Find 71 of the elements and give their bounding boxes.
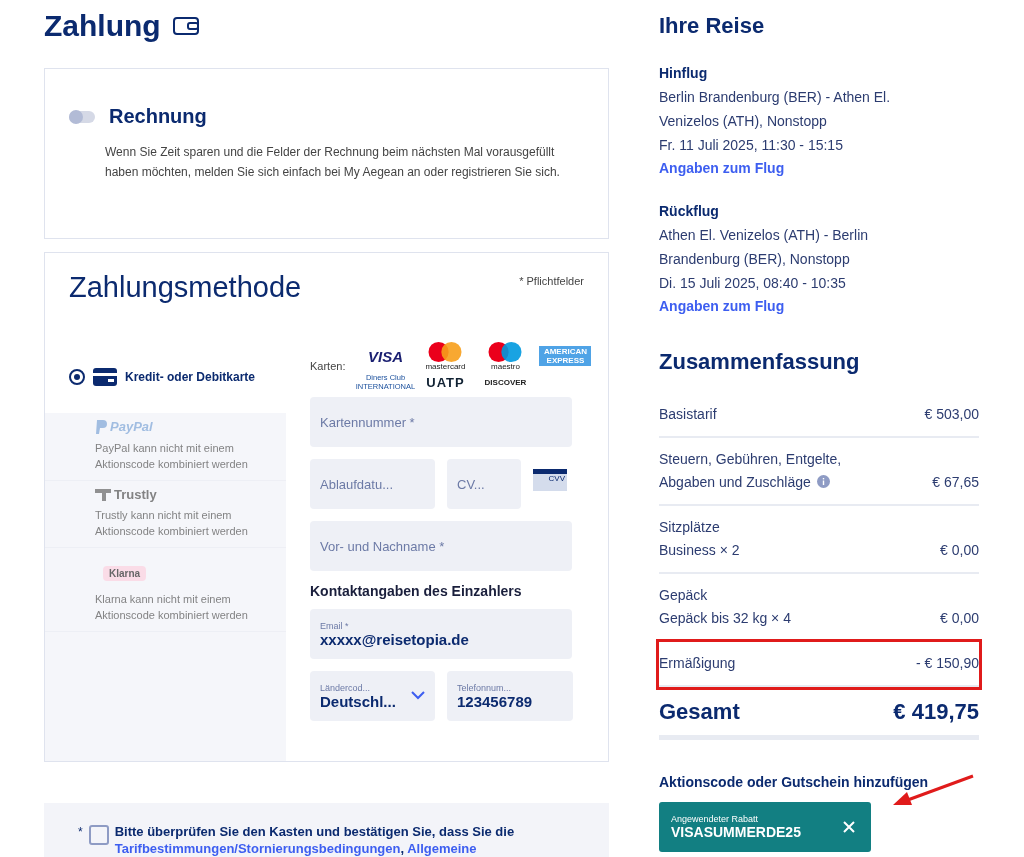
payment-option[interactable]: Trustly Trustly kann nicht mit einem Aktionscode kombiniert werden <box>45 480 286 548</box>
flight-details-link[interactable]: Angaben zum Flug <box>659 160 785 176</box>
summary-amount: € 0,00 <box>940 541 979 560</box>
total-label: Gesamt <box>659 699 740 725</box>
section-title: Zahlungsmethode <box>69 271 302 305</box>
summary-label: Sitzplätze <box>659 518 721 537</box>
terms-link[interactable]: Allgemeine <box>407 841 477 856</box>
payment-option[interactable]: PayPal PayPal kann nicht mit einem Aktionscode kombiniert werden <box>45 413 286 481</box>
paypal-logo: PayPal <box>95 419 153 434</box>
close-icon[interactable] <box>843 821 855 833</box>
mastercard-logo: mastercard <box>425 341 466 371</box>
required-mark: * <box>78 825 83 839</box>
flight-route: Berlin Brandenburg (BER) - Athen El. Venizelos (ATH), Nonstopp <box>659 88 892 131</box>
discover-logo: DISCOVER <box>484 377 527 387</box>
maestro-logo: maestro <box>486 341 525 371</box>
trustly-logo: Trustly <box>95 487 157 502</box>
flight-route: Athen El. Venizelos (ATH) - Berlin Brandenburg (BER), Nonstopp <box>659 226 870 269</box>
name-field[interactable]: Vor- und Nachname * <box>310 521 572 571</box>
terms-link[interactable]: Tarifbestimmungen/Stornierungsbedingungen <box>114 841 401 856</box>
invoice-text: Wenn Sie Zeit sparen und die Felder der Rechnung beim nächsten Mal vorausgefüllt haben möchten, melden Sie sich einfach bei My Aegean an oder registrieren Sie sich. <box>105 144 561 181</box>
payment-option[interactable]: Klarna Klarna kann nicht mit einem Aktionscode kombiniert werden <box>45 547 286 632</box>
summary-detail: Gepäck bis 32 kg × 4 <box>659 609 792 628</box>
promo-code: VISASUMMERDE25 <box>671 824 801 840</box>
email-field[interactable]: Email * xxxxx@reisetopia.de <box>310 609 572 659</box>
promo-title: Aktionscode oder Gutschein hinzufügen <box>659 774 930 790</box>
uatp-logo: UATP <box>426 374 465 390</box>
card-number-field[interactable]: Kartennummer * <box>310 397 572 447</box>
cards-label: Karten: <box>310 360 346 372</box>
flight-date: Di. 15 Juli 2025, 08:40 - 10:35 <box>659 274 847 293</box>
total-amount: € 419,75 <box>893 699 979 725</box>
summary-amount: - € 150,90 <box>915 654 979 673</box>
required-note: * Pflichtfelder <box>519 275 584 289</box>
phone-field[interactable]: Telefonnum... 123456789 <box>447 671 573 721</box>
info-icon[interactable] <box>816 475 830 488</box>
option-note: Klarna kann nicht mit einem Aktionscode kombiniert werden <box>95 591 249 623</box>
radio-button[interactable] <box>69 369 85 385</box>
flight-date: Fr. 11 Juli 2025, 11:30 - 15:15 <box>659 136 844 155</box>
summary-label: Gepäck <box>659 586 709 605</box>
summary-amount: € 0,00 <box>940 609 979 628</box>
payment-option[interactable]: Kredit- oder Debitkarte <box>45 341 286 413</box>
summary-detail: Business × 2 <box>659 541 741 560</box>
summary-title: Zusammenfassung <box>659 349 861 375</box>
option-note: PayPal kann nicht mit einem Aktionscode kombiniert werden <box>95 440 249 472</box>
invoice-toggle[interactable] <box>69 110 95 123</box>
summary-label: Steuern, Gebühren, Entgelte, Abgaben und Zuschläge <box>659 450 843 492</box>
invoice-title: Rechnung <box>109 105 207 128</box>
option-note: Trustly kann nicht mit einem Aktionscode kombiniert werden <box>95 507 249 539</box>
flight-title: Hinflug <box>659 64 709 83</box>
trip-title: Ihre Reise <box>659 13 766 39</box>
summary-amount: € 503,00 <box>924 405 979 424</box>
cvv-field[interactable]: CV... <box>447 459 521 509</box>
cvv-card-icon: CVV <box>533 469 567 491</box>
country-code-select[interactable]: Ländercod... Deutschl... <box>310 671 435 721</box>
consent-checkbox[interactable] <box>88 825 109 845</box>
klarna-logo: Klarna <box>103 565 147 581</box>
page-title: Zahlung <box>44 9 161 43</box>
chip-label: Angewendeter Rabatt <box>671 814 760 824</box>
flight-details-link[interactable]: Angaben zum Flug <box>659 298 785 314</box>
wallet-icon <box>172 16 199 36</box>
amex-logo: AMERICAN EXPRESS <box>539 346 592 366</box>
credit-card-icon <box>93 368 117 386</box>
flight-title: Rückflug <box>659 202 720 221</box>
consent-text: Bitte überprüfen Sie den Kasten und bestätigen Sie, dass Sie die Tarifbestimmungen/Stornierungsbedingungen, Allgemeine <box>114 823 516 857</box>
visa-logo: VISA <box>367 347 403 365</box>
option-label: Kredit- oder Debitkarte <box>125 370 256 384</box>
contact-title: Kontaktangaben des Einzahlers <box>310 583 523 599</box>
summary-label: Basistarif <box>659 405 718 424</box>
expiry-field[interactable]: Ablaufdatu... <box>310 459 435 509</box>
summary-label: Ermäßigung <box>659 654 737 673</box>
chevron-down-icon[interactable] <box>411 691 425 700</box>
summary-amount: € 67,65 <box>932 473 979 492</box>
